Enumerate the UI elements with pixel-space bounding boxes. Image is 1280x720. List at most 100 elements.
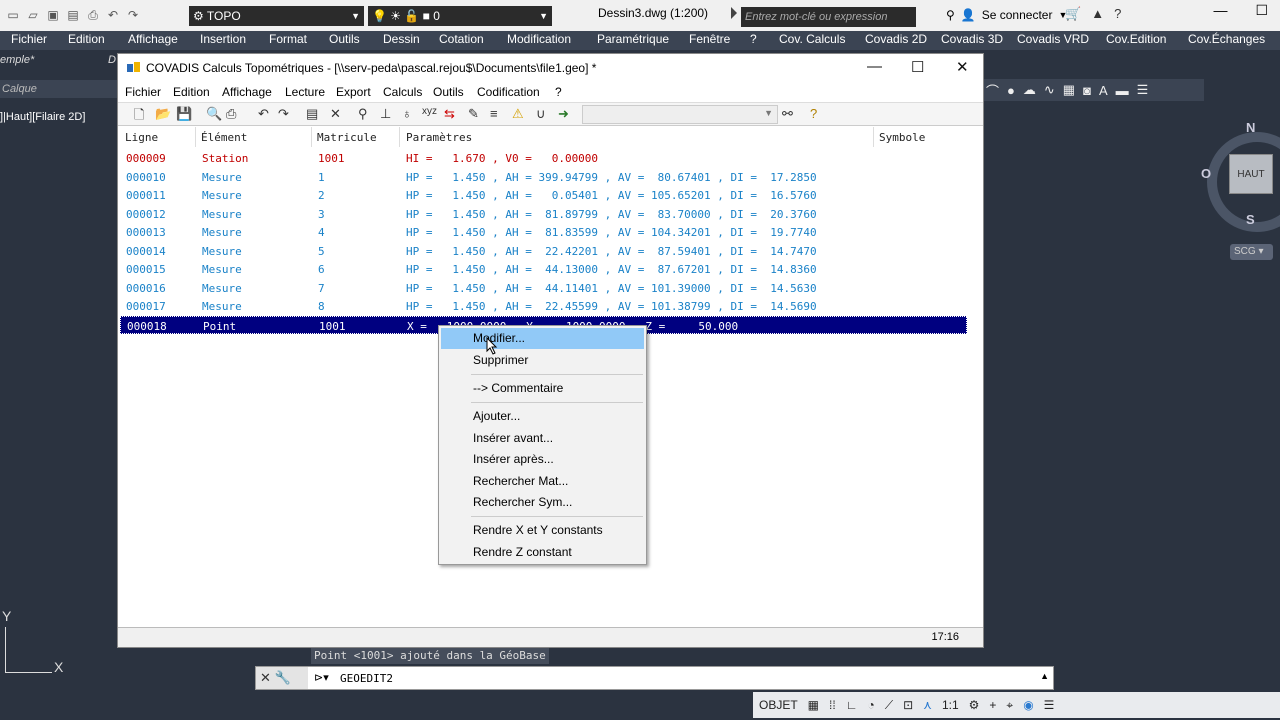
dialog-menu-item[interactable]: Calculs <box>383 85 422 99</box>
minimize-icon[interactable]: — <box>1213 2 1227 19</box>
preview-icon[interactable]: 🔍 <box>206 106 222 122</box>
help-icon[interactable]: ? <box>810 106 817 121</box>
layer-dropdown[interactable]: Calque <box>0 80 118 98</box>
col-divider[interactable] <box>311 127 312 147</box>
list-icon[interactable]: ≡ <box>490 106 498 121</box>
table-row[interactable]: 000017 Mesure 8 HP = 1.450 , AH = 22.45599 … <box>120 297 967 315</box>
menu-cov-edition[interactable]: Cov.Edition <box>1106 32 1166 46</box>
plus-icon[interactable]: + <box>989 698 996 712</box>
export-icon[interactable]: ➜ <box>558 106 569 122</box>
open-icon[interactable]: ▱ <box>24 7 42 24</box>
viewport-label[interactable]: ]|Haut][Filaire 2D] <box>0 111 85 123</box>
help-icon[interactable]: ? <box>1114 6 1121 22</box>
camera-icon[interactable]: ◙ <box>1083 83 1091 98</box>
cloud-icon[interactable]: ☁ <box>1023 82 1036 98</box>
col-element[interactable]: Élément <box>201 131 247 144</box>
context-menu-item[interactable]: Modifier... <box>441 328 644 349</box>
close-icon[interactable]: ✕ <box>260 670 271 685</box>
context-menu-item[interactable]: --> Commentaire <box>441 378 644 399</box>
osnap-icon[interactable]: ⊡ <box>903 698 913 712</box>
redo-icon[interactable]: ↷ <box>124 7 142 24</box>
context-menu-item[interactable]: Rechercher Mat... <box>441 471 644 492</box>
toolbar-combo[interactable]: ▼ <box>582 105 778 124</box>
table-row[interactable]: 000009 Station 1001 HI = 1.670 , V0 = 0.000… <box>120 149 967 167</box>
hardware-icon[interactable]: ◉ <box>1023 698 1033 712</box>
redo-icon[interactable]: ↷ <box>278 106 289 122</box>
print-icon[interactable]: ⎙ <box>226 106 236 122</box>
binoculars-icon[interactable]: ⚯ <box>782 106 793 122</box>
tripod-icon[interactable]: ⊥ <box>380 106 391 122</box>
table-row[interactable]: 000012 Mesure 3 HP = 1.450 , AH = 81.89799 … <box>120 205 967 223</box>
table-row[interactable]: 000015 Mesure 6 HP = 1.450 , AH = 44.13000 … <box>120 260 967 278</box>
menu-param-trique[interactable]: Paramétrique <box>597 32 669 46</box>
block-icon[interactable]: ▦ <box>1063 82 1075 98</box>
objet-button[interactable]: OBJET <box>759 698 798 712</box>
context-menu-item[interactable]: Insérer après... <box>441 449 644 470</box>
menu-edition[interactable]: Edition <box>68 32 105 46</box>
undo-icon[interactable]: ↶ <box>104 7 122 24</box>
gear-icon[interactable]: ⚙ <box>969 698 980 712</box>
menu-outils[interactable]: Outils <box>329 32 360 46</box>
new-icon[interactable]: ▭ <box>4 7 22 24</box>
print-icon[interactable]: ⎙ <box>84 7 102 24</box>
dialog-menu-item[interactable]: ? <box>555 85 562 99</box>
table-row[interactable]: 000010 Mesure 1 HP = 1.450 , AH = 399.94799… <box>120 168 967 186</box>
layer-select[interactable]: 💡 ☀ 🔓 ■ 0 ▼ <box>368 6 552 26</box>
text-icon[interactable]: A <box>1099 83 1108 98</box>
cart-icon[interactable]: 🛒 <box>1065 6 1081 22</box>
document-tab[interactable]: emple* <box>0 54 34 72</box>
snap-icon[interactable]: ⁞⁞ <box>829 698 836 712</box>
chevron-up-icon[interactable]: ▲ <box>1040 671 1049 681</box>
close-icon[interactable]: ✕ <box>956 58 969 76</box>
menu-covadis-3d[interactable]: Covadis 3D <box>941 32 1003 46</box>
menu-covadis-2d[interactable]: Covadis 2D <box>865 32 927 46</box>
menu-fichier[interactable]: Fichier <box>11 32 47 46</box>
annotation-icon[interactable]: ⋏ <box>923 698 932 712</box>
properties-icon[interactable]: ▤ <box>306 106 318 122</box>
minimize-icon[interactable]: — <box>867 58 882 75</box>
scale-select[interactable]: 1:1 <box>942 698 959 712</box>
spline-icon[interactable]: ∿ <box>1044 82 1055 98</box>
menu-dessin[interactable]: Dessin <box>383 32 420 46</box>
ucs-menu[interactable]: SCG ▾ <box>1230 244 1273 260</box>
context-menu-item[interactable]: Ajouter... <box>441 406 644 427</box>
warning-icon[interactable]: ⚠ <box>512 106 524 122</box>
table-row[interactable]: 000014 Mesure 5 HP = 1.450 , AH = 22.42201 … <box>120 242 967 260</box>
table-row[interactable]: 000013 Mesure 4 HP = 1.450 , AH = 81.83599 … <box>120 223 967 241</box>
menu-cotation[interactable]: Cotation <box>439 32 484 46</box>
command-line[interactable]: ✕ 🔧 ⊳▾ GEOEDIT2 ▲ <box>255 666 1054 690</box>
prism-icon[interactable]: ♁ <box>402 106 412 121</box>
search-input[interactable]: Entrez mot-clé ou expression <box>731 7 916 27</box>
isolate-icon[interactable]: ⌖ <box>1006 698 1013 713</box>
open-folder-icon[interactable]: 📂 <box>155 106 171 122</box>
col-ligne[interactable]: Ligne <box>125 131 158 144</box>
maximize-icon[interactable]: ☐ <box>911 58 924 76</box>
dialog-menu-item[interactable]: Outils <box>433 85 464 99</box>
signin-button[interactable]: ⚲ 👤 Se connecter ▼ <box>946 8 1067 22</box>
xyz-icon[interactable]: xyz <box>422 106 437 117</box>
prompt-icon[interactable]: ⊳▾ <box>314 671 329 684</box>
save-icon[interactable]: ▣ <box>44 7 62 24</box>
col-divider[interactable] <box>399 127 400 147</box>
context-menu-item[interactable]: Rendre Z constant <box>441 542 644 563</box>
table-row[interactable]: 000016 Mesure 7 HP = 1.450 , AH = 44.11401 … <box>120 279 967 297</box>
workspace-select[interactable]: ⚙ TOPO ▼ <box>189 6 364 26</box>
document-tab-2[interactable]: D <box>108 54 116 72</box>
menu-format[interactable]: Format <box>269 32 307 46</box>
menu-affichage[interactable]: Affichage <box>128 32 178 46</box>
menu-cov-changes[interactable]: Cov.Échanges <box>1188 32 1265 46</box>
delete-icon[interactable]: ✕ <box>330 106 341 122</box>
menu-insertion[interactable]: Insertion <box>200 32 246 46</box>
col-parametres[interactable]: Paramètres <box>406 131 472 144</box>
maximize-icon[interactable]: ☐ <box>1255 2 1268 19</box>
menu-modification[interactable]: Modification <box>507 32 571 46</box>
ortho-icon[interactable]: ∟ <box>846 698 858 712</box>
arrows-icon[interactable]: ⇆ <box>444 106 455 122</box>
menu-cov-calculs[interactable]: Cov. Calculs <box>779 32 845 46</box>
viewcube-face[interactable]: HAUT <box>1229 154 1273 194</box>
context-menu-item[interactable]: Rechercher Sym... <box>441 492 644 513</box>
col-divider[interactable] <box>873 127 874 147</box>
new-file-icon[interactable]: 🗋 <box>134 106 144 128</box>
isodraft-icon[interactable]: ⟋ <box>885 698 893 713</box>
list-icon[interactable]: ☰ <box>1137 82 1149 98</box>
